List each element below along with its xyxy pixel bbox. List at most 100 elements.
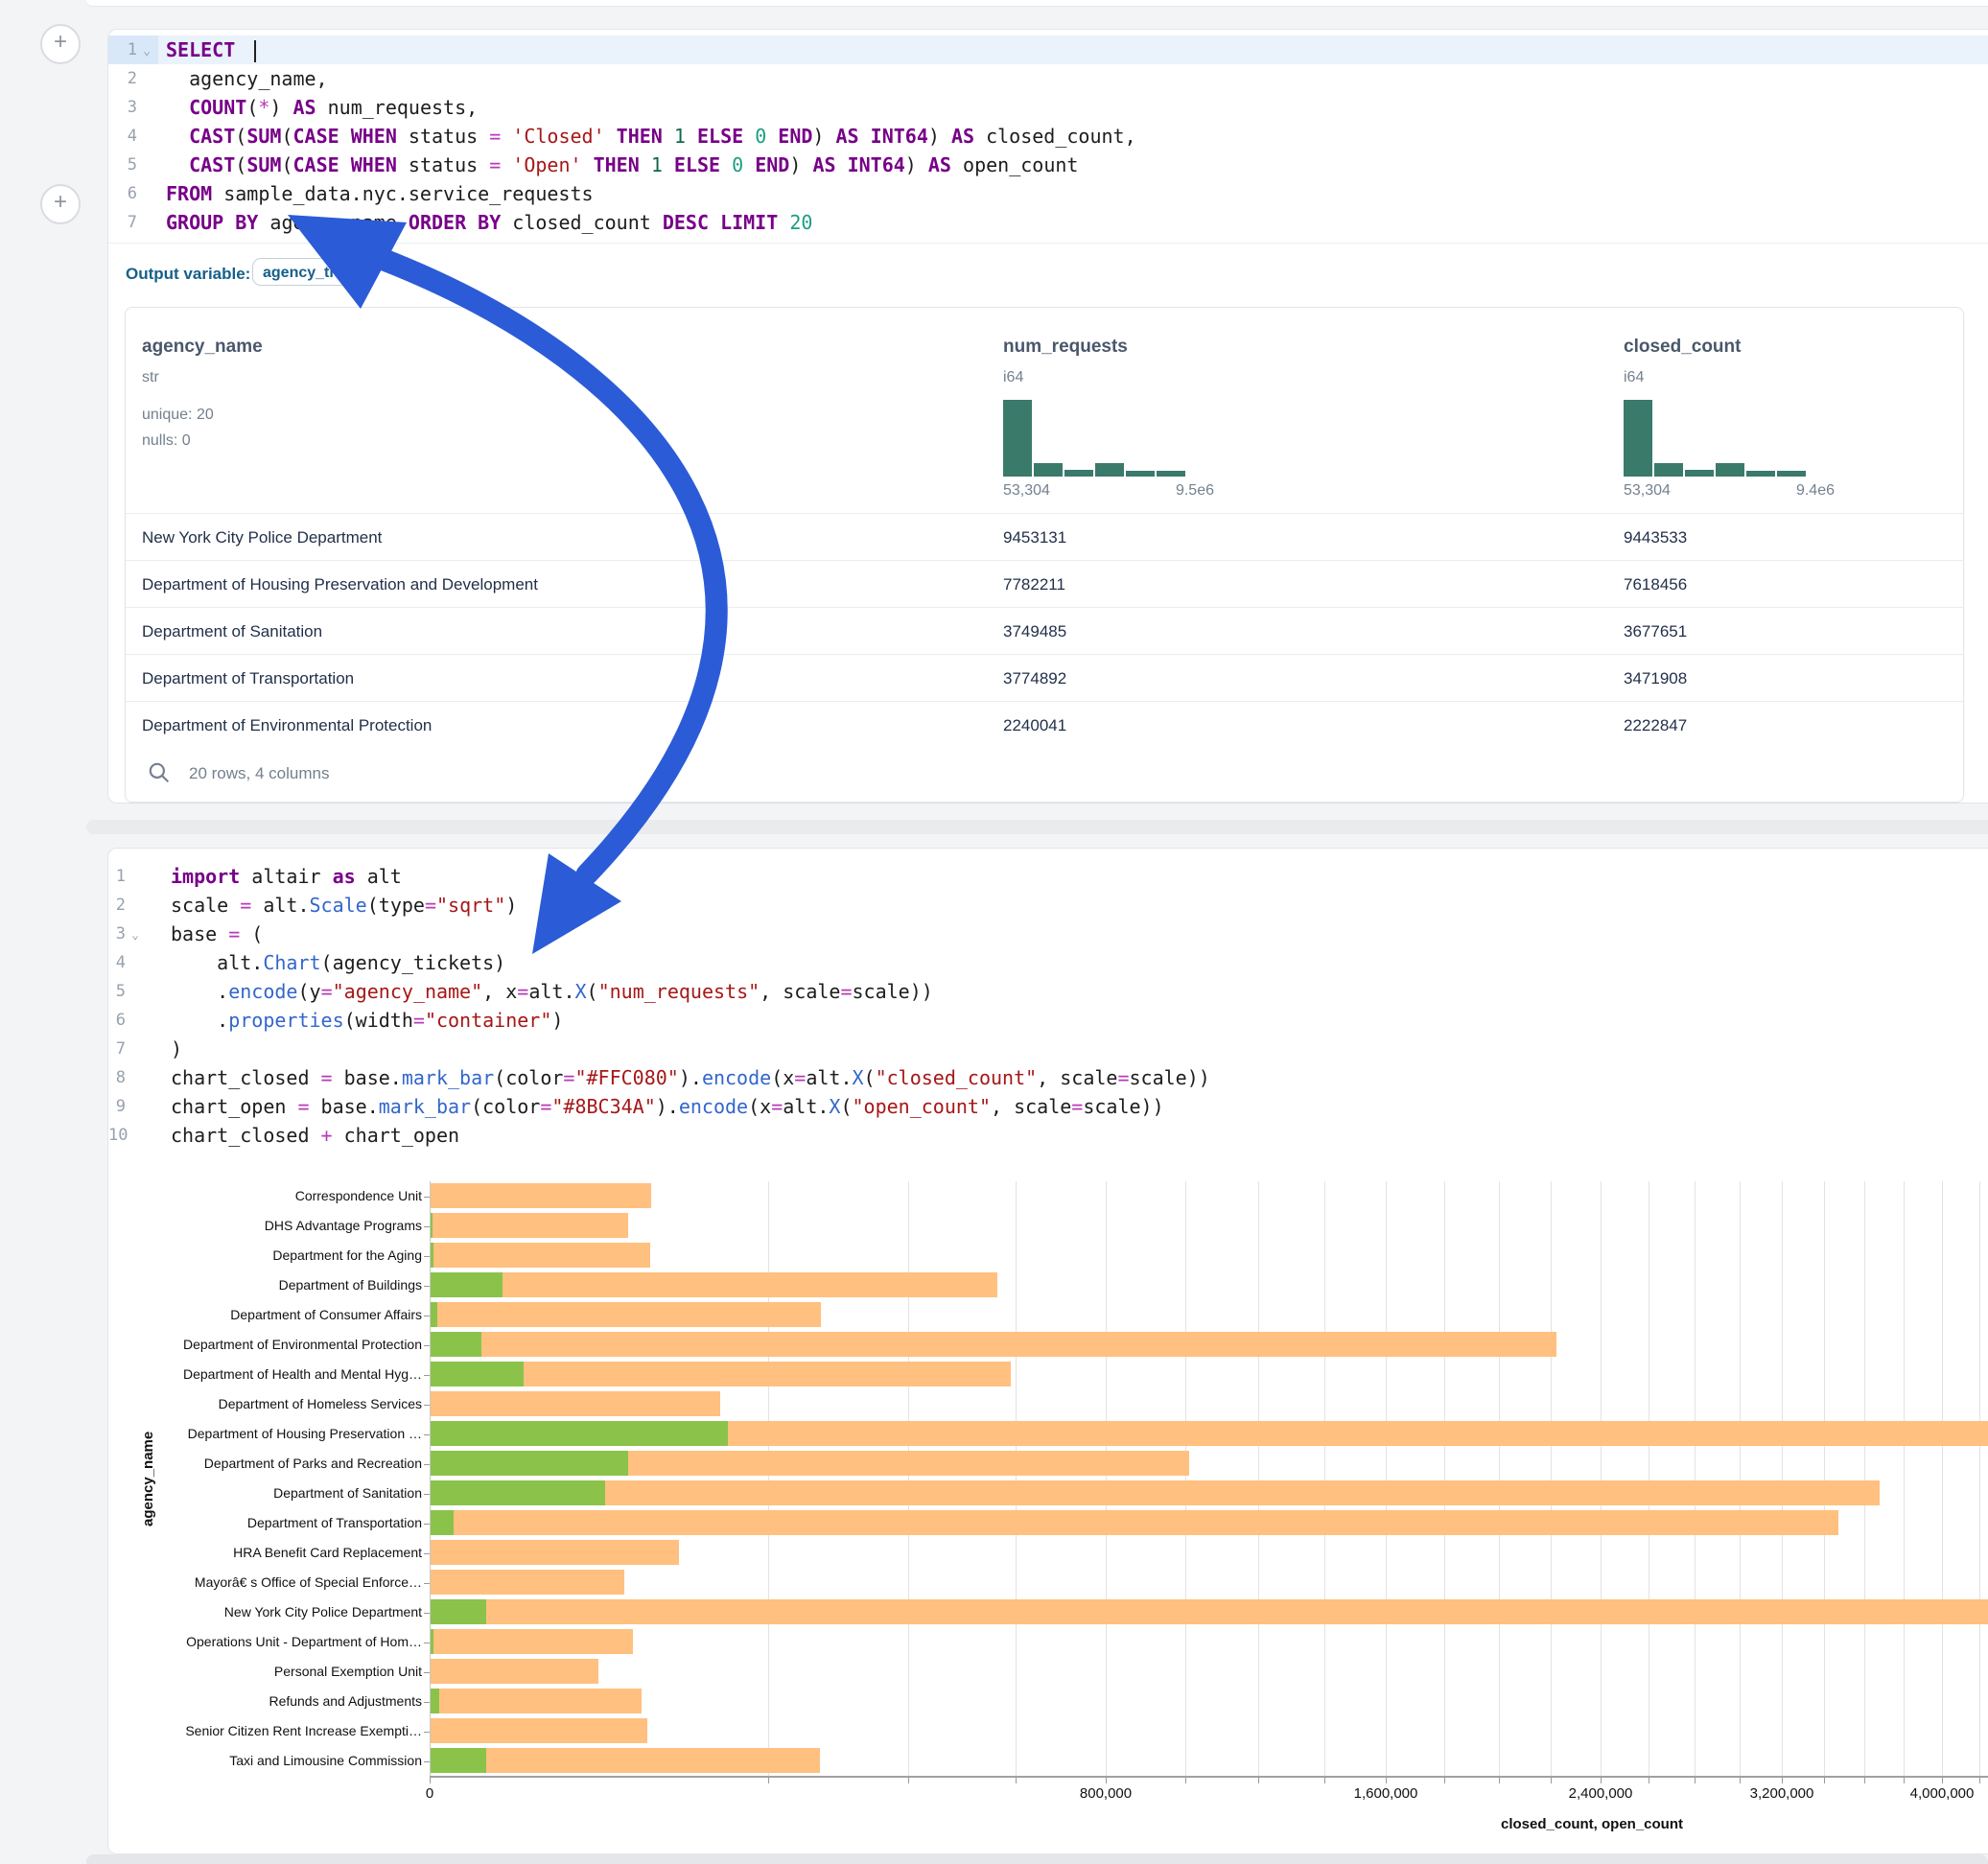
column-histogram: [1624, 400, 1806, 477]
y-axis-label: Personal Exemption Unit: [163, 1664, 422, 1679]
x-axis-tick: [1258, 1778, 1259, 1783]
output-variable-row: Output variable: agency_tickets: [108, 248, 1988, 302]
histogram-range-labels: 53,304 9.4e6: [1624, 482, 1835, 500]
histogram-bar: [1095, 463, 1124, 477]
search-icon[interactable]: [147, 760, 172, 785]
code-line[interactable]: 9 chart_open = base.mark_bar(color="#8BC…: [108, 1092, 1988, 1121]
x-axis-tick-label: 2,400,000: [1569, 1785, 1633, 1802]
notebook-page: + + 1⌄SELECT 2 agency_name,3 COUNT(*) AS…: [0, 0, 1988, 1864]
table-row-count: 20 rows, 4 columns: [189, 764, 329, 783]
y-axis-label: Department of Homeless Services: [163, 1396, 422, 1411]
gridline: [1106, 1181, 1107, 1776]
line-number: 5: [108, 151, 151, 179]
code-line[interactable]: 6 FROM sample_data.nyc.service_requests: [108, 179, 1988, 208]
line-number: 1: [108, 862, 139, 891]
gridline: [1551, 1181, 1552, 1776]
sql-code-editor[interactable]: 1⌄SELECT 2 agency_name,3 COUNT(*) AS num…: [108, 30, 1988, 244]
code-line[interactable]: 5 .encode(y="agency_name", x=alt.X("num_…: [108, 977, 1988, 1006]
add-cell-button-middle[interactable]: +: [40, 184, 81, 224]
code-line[interactable]: 1⌄SELECT: [108, 35, 1988, 64]
table-body: New York City Police Department945313194…: [126, 513, 1963, 748]
code-line[interactable]: 3 COUNT(*) AS num_requests,: [108, 93, 1988, 122]
y-axis-tick: [424, 1553, 430, 1554]
cell-divider[interactable]: [86, 820, 1988, 834]
y-axis-tick: [424, 1434, 430, 1435]
code-text: CAST(SUM(CASE WHEN status = 'Closed' THE…: [166, 122, 1136, 151]
gutter-spacer: [129, 893, 139, 921]
y-axis-tick: [424, 1524, 430, 1525]
code-text: chart_closed + chart_open: [171, 1121, 459, 1150]
table-cell: 7618456: [1624, 561, 1687, 608]
code-line[interactable]: 1 import altair as alt: [108, 862, 1988, 891]
gridline: [1324, 1181, 1325, 1776]
table-row: Department of Housing Preservation and D…: [126, 560, 1963, 608]
add-cell-button-top[interactable]: +: [40, 24, 81, 64]
x-axis-tick: [1942, 1778, 1943, 1783]
closed-count-bar: [430, 1510, 1838, 1535]
code-text: import altair as alt: [171, 862, 402, 891]
table-cell: 7782211: [1003, 561, 1065, 608]
code-text: COUNT(*) AS num_requests,: [166, 93, 478, 122]
code-line[interactable]: 4 CAST(SUM(CASE WHEN status = 'Closed' T…: [108, 122, 1988, 151]
closed-count-bar: [430, 1243, 650, 1268]
code-line[interactable]: 5 CAST(SUM(CASE WHEN status = 'Open' THE…: [108, 151, 1988, 179]
table-cell: 3471908: [1624, 655, 1687, 702]
hist-min-label: 53,304: [1624, 482, 1671, 500]
y-axis-label: Mayorâ€ s Office of Special Enforce…: [163, 1574, 422, 1590]
hist-max-label: 9.4e6: [1796, 482, 1835, 500]
fold-chevron-icon[interactable]: ⌄: [141, 37, 151, 66]
gutter-spacer: [129, 979, 139, 1008]
gridline: [1979, 1181, 1980, 1776]
closed-count-bar: [430, 1183, 651, 1208]
code-line[interactable]: 7 ): [108, 1035, 1988, 1063]
x-axis-tick-label: 3,200,000: [1750, 1785, 1814, 1802]
line-number: 1⌄: [108, 35, 151, 64]
table-cell: 3774892: [1003, 655, 1066, 702]
table-cell: Department of Transportation: [142, 655, 354, 702]
x-axis-tick-label: 0: [426, 1785, 433, 1802]
table-cell: 9443533: [1624, 514, 1687, 561]
y-axis-label: Refunds and Adjustments: [163, 1693, 422, 1709]
python-code-editor[interactable]: 1 import altair as alt2 scale = alt.Scal…: [108, 849, 1988, 1155]
code-line[interactable]: 4 alt.Chart(agency_tickets): [108, 948, 1988, 977]
histogram-bar: [1034, 463, 1063, 477]
code-line[interactable]: 6 .properties(width="container"): [108, 1006, 1988, 1035]
closed-count-bar: [430, 1213, 628, 1238]
code-line[interactable]: 2 agency_name,: [108, 64, 1988, 93]
code-text: base = (: [171, 920, 263, 948]
histogram-bar: [1064, 470, 1093, 477]
code-line[interactable]: 2 scale = alt.Scale(type="sqrt"): [108, 891, 1988, 920]
table-cell: Department of Housing Preservation and D…: [142, 561, 538, 608]
gridline: [1942, 1181, 1943, 1776]
closed-count-bar: [430, 1748, 820, 1773]
gridline: [1444, 1181, 1445, 1776]
code-line[interactable]: 8 chart_closed = base.mark_bar(color="#F…: [108, 1063, 1988, 1092]
y-axis-label: Department of Consumer Affairs: [163, 1307, 422, 1322]
open-count-bar: [430, 1599, 486, 1624]
closed-count-bar: [430, 1570, 624, 1595]
closed-count-bar: [430, 1689, 642, 1713]
line-number: 7: [108, 208, 151, 237]
table-cell: New York City Police Department: [142, 514, 382, 561]
gutter-spacer: [129, 950, 139, 979]
code-line[interactable]: 10 chart_closed + chart_open: [108, 1121, 1988, 1150]
y-axis-label: HRA Benefit Card Replacement: [163, 1545, 422, 1560]
gridline: [1695, 1181, 1696, 1776]
x-axis-tick: [1106, 1778, 1107, 1783]
table-cell: Department of Sanitation: [142, 608, 322, 655]
open-count-bar: [430, 1510, 454, 1535]
fold-chevron-icon[interactable]: ⌄: [129, 921, 139, 950]
x-axis-title: closed_count, open_count: [1501, 1816, 1683, 1832]
open-count-bar: [430, 1451, 628, 1476]
code-line[interactable]: 7 GROUP BY agency_name ORDER BY closed_c…: [108, 208, 1988, 237]
y-axis-tick: [424, 1286, 430, 1287]
y-axis-tick: [424, 1197, 430, 1198]
gridline: [908, 1181, 909, 1776]
output-variable-input[interactable]: agency_tickets: [252, 258, 363, 286]
x-axis-tick: [1444, 1778, 1445, 1783]
x-axis-tick: [1551, 1778, 1552, 1783]
y-axis-title: agency_name: [140, 1373, 156, 1584]
code-line[interactable]: 3⌄base = (: [108, 920, 1988, 948]
code-text: .encode(y="agency_name", x=alt.X("num_re…: [171, 977, 933, 1006]
x-axis-tick-label: 800,000: [1080, 1785, 1132, 1802]
